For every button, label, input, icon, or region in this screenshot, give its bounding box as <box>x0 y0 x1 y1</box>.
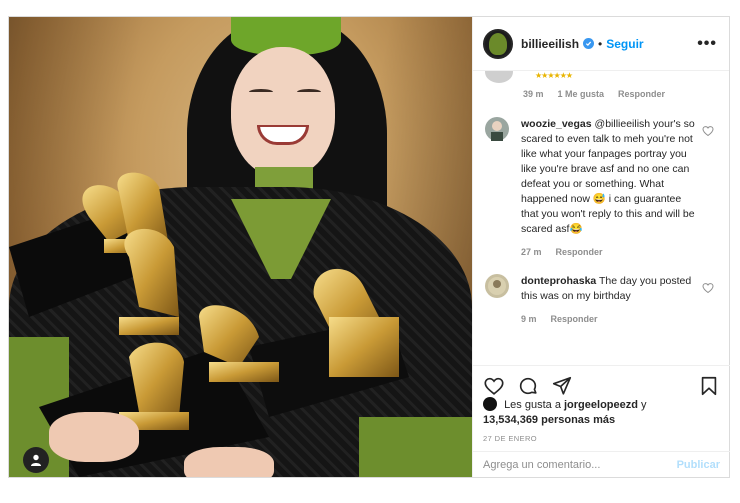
verified-badge-icon <box>583 38 595 49</box>
comment-body: donteprohaska The day you posted this wa… <box>521 274 697 327</box>
comment-body: woozie_vegas @billieeilish your's so sca… <box>521 117 697 260</box>
share-icon[interactable] <box>551 375 573 397</box>
comment-avatar[interactable] <box>485 117 509 141</box>
post-date[interactable]: 27 DE ENERO <box>483 434 537 443</box>
comment-input[interactable] <box>483 458 677 471</box>
likes-connector: y <box>641 399 647 411</box>
post-photo[interactable] <box>9 17 472 477</box>
likes-prefix: Les gusta a <box>504 399 561 411</box>
follow-button[interactable]: Seguir <box>606 37 643 51</box>
instagram-post: billieeilish • Seguir ••• ★★★★★★ 39 m 1 … <box>8 16 730 478</box>
comment-text: @billieeilish your's so scared to even t… <box>521 118 695 235</box>
comment-item: donteprohaska The day you posted this wa… <box>485 274 718 327</box>
more-options-icon[interactable]: ••• <box>697 35 717 53</box>
bookmark-icon[interactable] <box>698 375 720 397</box>
comment-like-heart-icon[interactable] <box>702 125 714 137</box>
previous-comment-text: ★★★★★★ <box>535 71 573 80</box>
previous-comment: ★★★★★★ <box>485 71 718 91</box>
comment-meta: 27 m Responder <box>521 245 697 260</box>
comment-like-heart-icon[interactable] <box>702 282 714 294</box>
comment-icon[interactable] <box>517 375 539 397</box>
user-tag-icon[interactable] <box>23 447 49 473</box>
reply-button[interactable]: Responder <box>551 312 598 327</box>
liker-username[interactable]: jorgeelopeezd <box>564 399 638 411</box>
comment-meta: 9 m Responder <box>521 312 697 327</box>
grammy-trophies <box>9 172 409 477</box>
comments-list[interactable]: ★★★★★★ 39 m 1 Me gusta Responder woozie_… <box>473 71 730 351</box>
comment-avatar[interactable] <box>485 274 509 298</box>
header-username[interactable]: billieeilish <box>521 37 579 51</box>
add-comment-bar: Publicar <box>473 451 730 477</box>
heart-icon[interactable] <box>483 375 505 397</box>
liker-avatar[interactable] <box>483 397 497 411</box>
comment-time: 27 m <box>521 247 542 257</box>
publish-button[interactable]: Publicar <box>677 459 720 471</box>
comment-username[interactable]: woozie_vegas <box>521 118 592 130</box>
comment-username[interactable]: donteprohaska <box>521 275 596 287</box>
comment-item: woozie_vegas @billieeilish your's so sca… <box>485 117 718 260</box>
header-separator: • <box>598 36 603 51</box>
previous-comment-avatar <box>485 71 513 83</box>
post-sidebar: billieeilish • Seguir ••• ★★★★★★ 39 m 1 … <box>472 17 730 477</box>
comment-time: 9 m <box>521 314 537 324</box>
post-header: billieeilish • Seguir ••• <box>473 17 729 71</box>
reply-button[interactable]: Responder <box>556 245 603 260</box>
photo-hand-2 <box>184 447 274 477</box>
photo-hand <box>49 412 139 462</box>
likes-count-link[interactable]: 13,534,369 personas más <box>483 414 615 426</box>
likes-summary: Les gusta a jorgeelopeezd y 13,534,369 p… <box>483 397 723 428</box>
avatar[interactable] <box>483 28 513 59</box>
